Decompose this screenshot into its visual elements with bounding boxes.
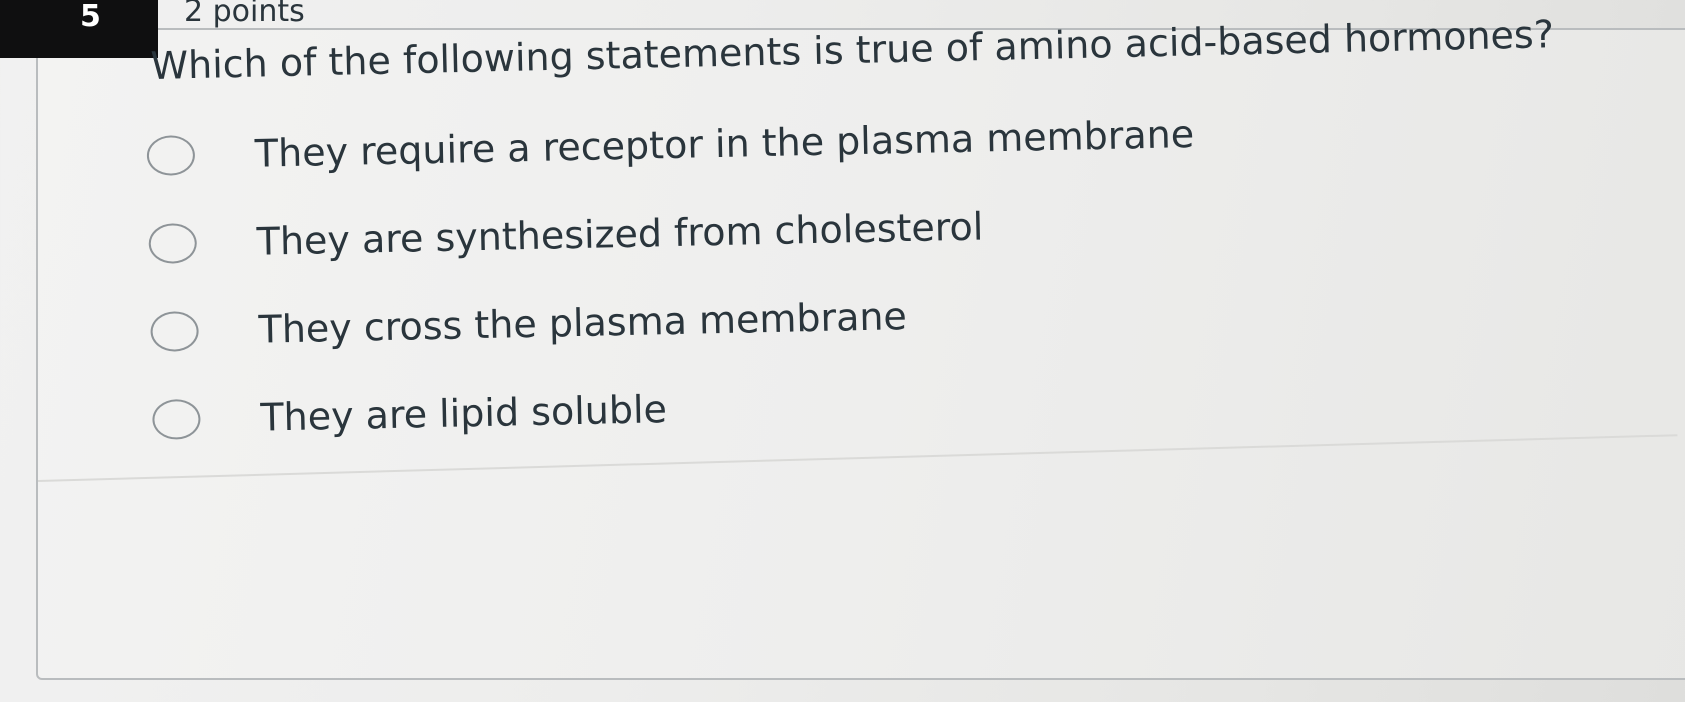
answer-list: They require a receptor in the plasma me… <box>146 90 1201 464</box>
radio-button[interactable] <box>150 310 200 352</box>
radio-button[interactable] <box>146 134 196 176</box>
answer-label[interactable]: They cross the plasma membrane <box>258 294 907 352</box>
answer-label[interactable]: They are synthesized from cholesterol <box>256 204 983 263</box>
radio-button[interactable] <box>148 222 198 264</box>
question-points: 2 points <box>184 0 305 29</box>
answer-label[interactable]: They are lipid soluble <box>260 387 667 440</box>
answer-label[interactable]: They require a receptor in the plasma me… <box>254 112 1194 176</box>
question-number: 5 <box>0 0 158 58</box>
radio-button[interactable] <box>152 398 201 440</box>
